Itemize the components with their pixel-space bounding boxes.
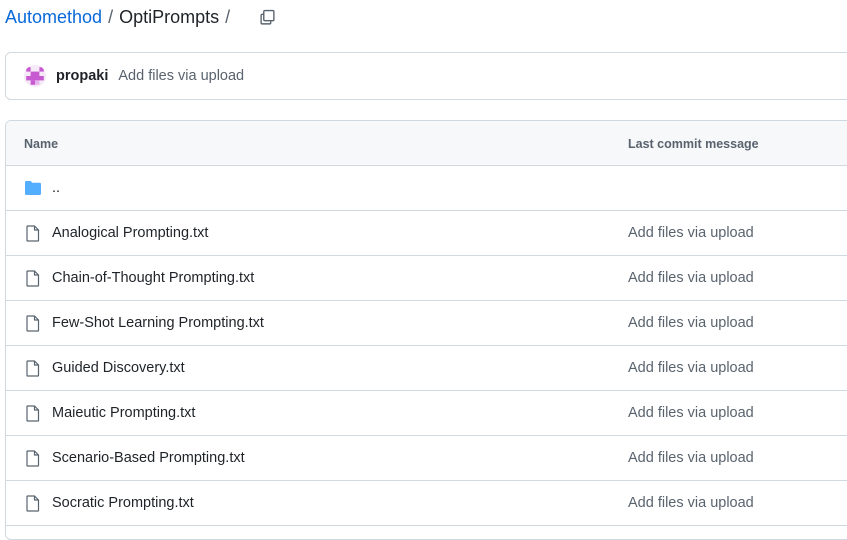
table-row[interactable]: Chain-of-Thought Prompting.txt Add files… <box>6 256 847 301</box>
file-name-link[interactable]: Maieutic Prompting.txt <box>52 405 195 421</box>
table-row[interactable]: Scenario-Based Prompting.txt Add files v… <box>6 436 847 481</box>
breadcrumb: Automethod / OptiPrompts / <box>5 0 278 34</box>
identicon-icon <box>26 67 44 85</box>
file-commit-message[interactable]: Add files via upload <box>628 270 754 286</box>
file-icon <box>24 449 42 467</box>
breadcrumb-owner-link[interactable]: Automethod <box>5 7 102 28</box>
file-icon <box>24 224 42 242</box>
file-icon <box>24 359 42 377</box>
file-name-link[interactable]: Analogical Prompting.txt <box>52 225 208 241</box>
table-row[interactable]: Few-Shot Learning Prompting.txt Add file… <box>6 301 847 346</box>
copy-path-button[interactable] <box>256 6 278 28</box>
file-name-link[interactable]: Chain-of-Thought Prompting.txt <box>52 270 254 286</box>
file-table: Name Last commit message .. Analogical P… <box>5 120 847 540</box>
file-icon <box>24 269 42 287</box>
breadcrumb-separator: / <box>108 6 114 27</box>
latest-commit-bar: propaki Add files via upload <box>5 52 847 100</box>
avatar[interactable] <box>24 65 46 87</box>
commit-message[interactable]: Add files via upload <box>118 68 244 84</box>
table-row[interactable]: Socratic Prompting.txt Add files via upl… <box>6 481 847 526</box>
file-commit-message[interactable]: Add files via upload <box>628 315 754 331</box>
file-commit-message[interactable]: Add files via upload <box>628 495 754 511</box>
column-header-last-commit: Last commit message <box>628 137 759 151</box>
file-commit-message[interactable]: Add files via upload <box>628 405 754 421</box>
file-commit-message[interactable]: Add files via upload <box>628 360 754 376</box>
commit-author[interactable]: propaki <box>56 68 108 84</box>
copy-icon <box>260 9 275 25</box>
file-name-link[interactable]: Socratic Prompting.txt <box>52 495 194 511</box>
parent-directory-link[interactable]: .. <box>52 180 60 196</box>
breadcrumb-repo: OptiPrompts <box>119 6 220 27</box>
folder-icon <box>24 179 42 197</box>
breadcrumb-separator: / <box>225 6 231 27</box>
table-row[interactable]: Analogical Prompting.txt Add files via u… <box>6 211 847 256</box>
file-commit-message[interactable]: Add files via upload <box>628 225 754 241</box>
table-row[interactable]: Guided Discovery.txt Add files via uploa… <box>6 346 847 391</box>
file-commit-message[interactable]: Add files via upload <box>628 450 754 466</box>
file-name-link[interactable]: Scenario-Based Prompting.txt <box>52 450 245 466</box>
parent-directory-row[interactable]: .. <box>6 166 847 211</box>
column-header-name: Name <box>24 137 59 151</box>
table-header: Name Last commit message <box>6 121 847 166</box>
file-name-link[interactable]: Guided Discovery.txt <box>52 360 185 376</box>
file-icon <box>24 494 42 512</box>
file-name-link[interactable]: Few-Shot Learning Prompting.txt <box>52 315 264 331</box>
table-row[interactable]: Maieutic Prompting.txt Add files via upl… <box>6 391 847 436</box>
file-icon <box>24 404 42 422</box>
file-icon <box>24 314 42 332</box>
